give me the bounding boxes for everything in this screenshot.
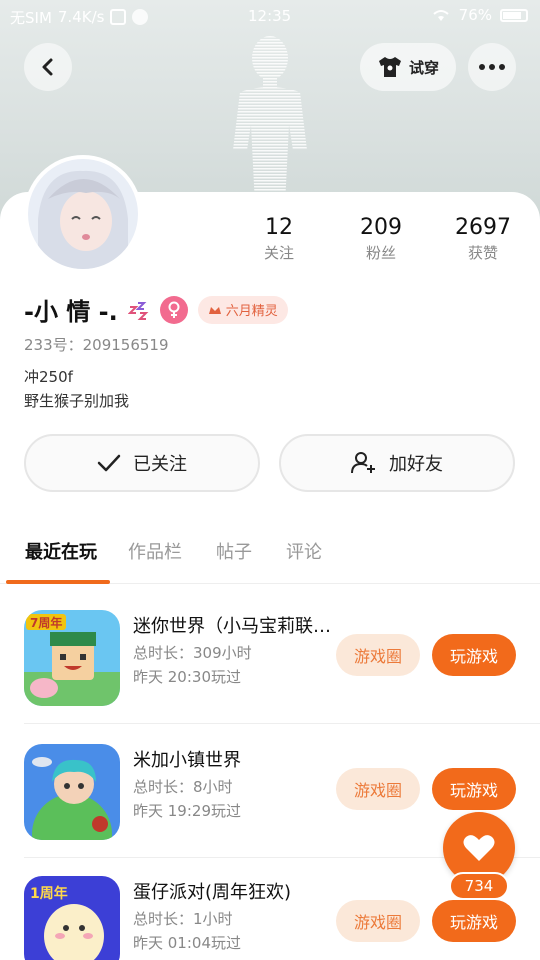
game-title[interactable]: 蛋仔派对(周年狂欢) xyxy=(133,878,333,904)
sleep-zzz-icon xyxy=(127,301,149,320)
bio-line-2: 野生猴子别加我 xyxy=(24,392,130,410)
followers-stat[interactable]: 209 粉丝 xyxy=(336,215,426,263)
add-friend-label: 加好友 xyxy=(389,454,443,475)
network-speed-text: 7.4K/s xyxy=(57,8,105,26)
carrier-text: 无SIM xyxy=(10,8,52,27)
following-stat[interactable]: 12 关注 xyxy=(234,215,324,263)
bio-line-1: 冲250f xyxy=(24,368,73,386)
checkmark-icon xyxy=(97,454,121,472)
likes-stat[interactable]: 2697 获赞 xyxy=(438,215,528,263)
game-last-played: 昨天 01:04玩过 xyxy=(133,934,241,952)
followed-label: 已关注 xyxy=(133,454,187,475)
title-badge-label: 六月精灵 xyxy=(225,304,278,319)
tab-recently-played[interactable]: 最近在玩 xyxy=(25,538,97,564)
chat-notification-icon xyxy=(132,9,149,25)
heart-icon xyxy=(463,835,495,861)
crown-icon xyxy=(208,306,221,314)
game-title[interactable]: 迷你世界（小马宝莉联… xyxy=(133,612,333,638)
status-bar: 无SIM 7.4K/s 12:35 76% xyxy=(0,0,540,34)
followers-count: 209 xyxy=(360,215,402,240)
followed-button[interactable]: 已关注 xyxy=(24,434,260,492)
play-game-button[interactable]: 玩游戏 xyxy=(432,634,516,676)
try-on-button[interactable]: 试穿 xyxy=(360,43,456,91)
name-row: -小 情 -. 六月精灵 xyxy=(24,292,288,327)
add-user-icon xyxy=(351,452,375,474)
chevron-left-icon xyxy=(42,58,53,76)
followers-label: 粉丝 xyxy=(365,244,396,262)
title-badge[interactable]: 六月精灵 xyxy=(197,295,288,324)
battery-percent-text: 76% xyxy=(458,6,492,24)
game-icon: 1周年 xyxy=(24,876,120,960)
likes-count: 2697 xyxy=(455,215,511,240)
likes-label: 获赞 xyxy=(467,244,498,262)
tab-works[interactable]: 作品栏 xyxy=(128,538,182,564)
app-notification-icon xyxy=(110,9,127,25)
game-last-played: 昨天 20:30玩过 xyxy=(133,668,241,686)
active-tab-indicator xyxy=(6,580,110,584)
avatar[interactable] xyxy=(24,155,142,273)
profile-tabs: 最近在玩 作品栏 帖子 评论 xyxy=(0,530,540,584)
avatar-image xyxy=(28,159,138,269)
play-game-button[interactable]: 玩游戏 xyxy=(432,768,516,810)
game-circle-button[interactable]: 游戏圈 xyxy=(336,634,420,676)
more-dots-icon xyxy=(479,64,505,70)
game-duration: 总时长：309小时 xyxy=(133,644,252,662)
try-on-label: 试穿 xyxy=(408,58,439,77)
like-count-badge: 734 xyxy=(449,872,509,900)
play-game-button[interactable]: 玩游戏 xyxy=(432,900,516,942)
list-item[interactable]: 7周年 迷你世界（小马宝莉联… 总时长：309小时 昨天 20:30玩过 游戏圈… xyxy=(0,590,540,724)
game-duration: 总时长：1小时 xyxy=(133,910,233,928)
wifi-icon xyxy=(433,10,449,21)
tab-posts[interactable]: 帖子 xyxy=(216,538,252,564)
user-id-text: 233号：209156519 xyxy=(24,336,169,354)
tshirt-icon xyxy=(378,57,401,77)
back-button[interactable] xyxy=(24,43,72,91)
username: -小 情 -. xyxy=(24,298,118,326)
game-icon xyxy=(24,744,120,840)
tab-comments[interactable]: 评论 xyxy=(286,538,322,564)
game-circle-button[interactable]: 游戏圈 xyxy=(336,900,420,942)
game-duration: 总时长：8小时 xyxy=(133,778,233,796)
game-circle-button[interactable]: 游戏圈 xyxy=(336,768,420,810)
clock-text: 12:35 xyxy=(248,7,292,25)
game-icon: 7周年 xyxy=(24,610,120,706)
game-title[interactable]: 米加小镇世界 xyxy=(133,746,333,772)
game-icon-text: 7周年 xyxy=(30,615,62,630)
following-label: 关注 xyxy=(263,244,294,262)
female-gender-icon xyxy=(159,295,188,324)
character-figure-image xyxy=(233,36,307,205)
more-options-button[interactable] xyxy=(468,43,516,91)
following-count: 12 xyxy=(265,215,293,240)
game-icon-text: 1周年 xyxy=(30,885,68,902)
add-friend-button[interactable]: 加好友 xyxy=(279,434,515,492)
game-last-played: 昨天 19:29玩过 xyxy=(133,802,241,820)
battery-icon xyxy=(500,8,528,22)
